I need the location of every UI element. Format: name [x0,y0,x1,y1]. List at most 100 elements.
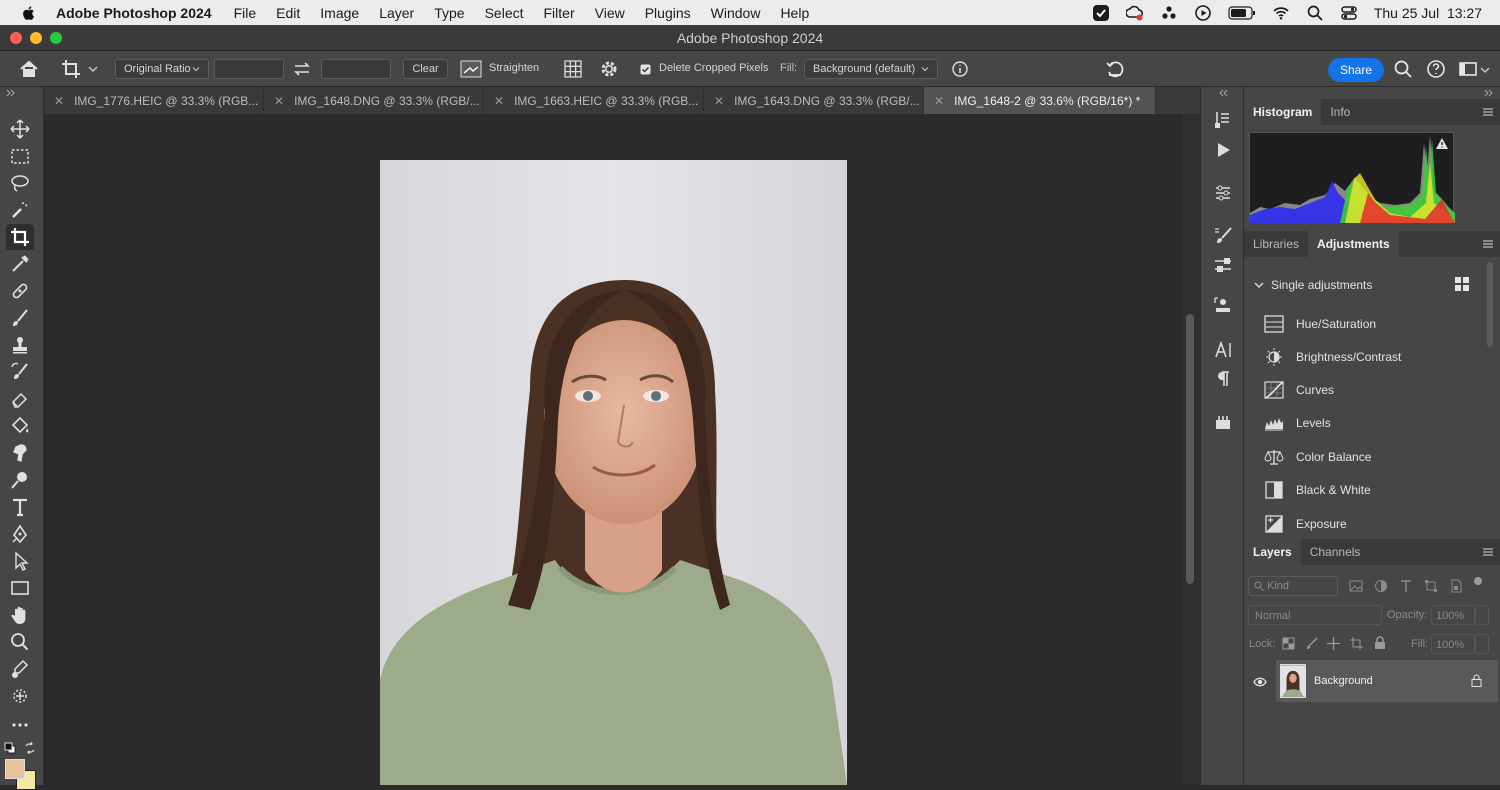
home-icon[interactable] [18,58,40,80]
menu-layer[interactable]: Layer [379,5,414,21]
minimize-window-button[interactable] [30,32,42,44]
paint-bucket-tool-icon[interactable] [9,415,31,437]
history-panel-icon[interactable] [1212,109,1234,131]
adjustment-hue-saturation[interactable]: Hue/Saturation [1264,313,1494,335]
adjustment-black-white[interactable]: Black & White [1264,479,1494,501]
quick-actions-icon[interactable] [9,658,31,680]
menu-window[interactable]: Window [711,5,761,21]
app-name-menu[interactable]: Adobe Photoshop 2024 [56,5,212,21]
menu-filter[interactable]: Filter [544,5,575,21]
panel-menu-icon[interactable] [1482,546,1494,558]
blend-mode-select[interactable]: Normal [1248,605,1382,625]
chevron-down-icon[interactable] [1480,66,1490,74]
menu-edit[interactable]: Edit [276,5,300,21]
hand-tool-icon[interactable] [9,604,31,626]
adjustment-exposure[interactable]: Exposure [1264,513,1494,535]
close-tab-icon[interactable]: ✕ [54,94,64,108]
more-tools-icon[interactable] [9,714,31,736]
adjustment-levels[interactable]: Levels [1264,412,1494,434]
panel-menu-icon[interactable] [1482,106,1494,118]
lock-artboard-icon[interactable] [1350,637,1363,650]
close-tab-icon[interactable]: ✕ [494,94,504,108]
expand-panels-icon[interactable] [1219,89,1229,97]
menu-select[interactable]: Select [485,5,524,21]
chevron-down-icon[interactable] [1254,281,1264,289]
dodge-tool-icon[interactable] [9,469,31,491]
adjustment-layer-filter-icon[interactable] [1374,579,1388,593]
gear-icon[interactable] [598,58,620,80]
brushes-panel-icon[interactable] [1212,225,1234,247]
adjustment-curves[interactable]: Curves [1264,379,1494,401]
generative-fill-icon[interactable] [9,685,31,707]
delete-cropped-checkbox[interactable] [640,64,651,75]
layer-name[interactable]: Background [1314,675,1373,687]
close-tab-icon[interactable]: ✕ [714,94,724,108]
history-brush-tool-icon[interactable] [9,361,31,383]
tab-channels[interactable]: Channels [1301,539,1370,565]
menu-type[interactable]: Type [434,5,464,21]
warning-icon[interactable] [1435,137,1449,150]
share-button[interactable]: Share [1328,58,1384,82]
eraser-tool-icon[interactable] [9,388,31,410]
canvas-workspace[interactable] [44,114,1182,785]
type-tool-icon[interactable] [9,496,31,518]
actions-panel-icon[interactable] [1212,139,1234,161]
search-icon[interactable] [1392,58,1414,80]
tab-adjustments[interactable]: Adjustments [1308,231,1399,257]
zoom-window-button[interactable] [50,32,62,44]
brush-settings-panel-icon[interactable] [1212,254,1234,276]
clone-stamp-tool-icon[interactable] [9,334,31,356]
eyedropper-tool-icon[interactable] [9,253,31,275]
paragraph-panel-icon[interactable] [1212,368,1234,390]
crop-tool-preset-icon[interactable] [60,58,82,80]
rectangle-tool-icon[interactable] [9,577,31,599]
straighten-icon[interactable] [460,58,482,80]
object-selection-tool-icon[interactable] [9,199,31,221]
info-icon[interactable] [949,58,971,80]
play-circle-icon[interactable] [1194,4,1212,22]
close-tab-icon[interactable]: ✕ [274,94,284,108]
lock-icon[interactable] [1471,674,1482,687]
battery-icon[interactable] [1228,5,1256,20]
filter-toggle-switch[interactable] [1474,577,1482,585]
chevron-down-icon[interactable] [88,65,98,73]
opacity-input[interactable]: 100% [1431,605,1475,625]
properties-panel-icon[interactable] [1212,182,1234,204]
collapse-panel-icon[interactable] [6,89,16,97]
pixel-layer-filter-icon[interactable] [1349,579,1363,593]
tab-histogram[interactable]: Histogram [1244,99,1322,125]
canvas-vertical-scrollbar[interactable] [1182,114,1200,785]
fill-input[interactable]: 100% [1431,634,1475,654]
layer-kind-filter[interactable]: Kind [1248,576,1338,596]
help-icon[interactable] [1425,58,1447,80]
document-tab[interactable]: ✕ IMG_1663.HEIC @ 33.3% (RGB... [484,87,704,114]
adjustment-brightness-contrast[interactable]: Brightness/Contrast [1264,346,1494,368]
delete-cropped-label[interactable]: Delete Cropped Pixels [659,62,768,74]
menu-plugins[interactable]: Plugins [645,5,691,21]
zoom-tool-icon[interactable] [9,631,31,653]
document-canvas-photo[interactable] [380,160,847,785]
document-tab[interactable]: ✕ IMG_1776.HEIC @ 33.3% (RGB... [44,87,264,114]
collapse-panels-icon[interactable] [1484,89,1494,97]
lock-image-pixels-icon[interactable] [1305,637,1318,650]
grid-view-icon[interactable] [1455,277,1469,291]
document-tab[interactable]: ✕ IMG_1643.DNG @ 33.3% (RGB/... [704,87,924,114]
tab-libraries[interactable]: Libraries [1244,231,1308,257]
lock-transparent-pixels-icon[interactable] [1282,637,1295,650]
brush-tool-icon[interactable] [9,307,31,329]
close-tab-icon[interactable]: ✕ [934,94,944,108]
checkmark-app-icon[interactable] [1092,4,1110,22]
type-layer-filter-icon[interactable] [1399,579,1413,593]
overlay-grid-icon[interactable] [562,58,584,80]
fill-dropdown[interactable] [1475,634,1489,654]
default-colors-icon[interactable] [4,742,16,754]
marquee-tool-icon[interactable] [9,145,31,167]
menu-image[interactable]: Image [320,5,359,21]
tab-layers[interactable]: Layers [1244,539,1301,565]
creative-cloud-icon[interactable] [1125,4,1144,22]
menu-help[interactable]: Help [780,5,809,21]
layer-row-background[interactable]: Background [1276,660,1498,702]
opacity-dropdown[interactable] [1475,605,1489,625]
clear-button[interactable]: Clear [403,59,448,79]
adjustment-color-balance[interactable]: Color Balance [1264,446,1494,468]
